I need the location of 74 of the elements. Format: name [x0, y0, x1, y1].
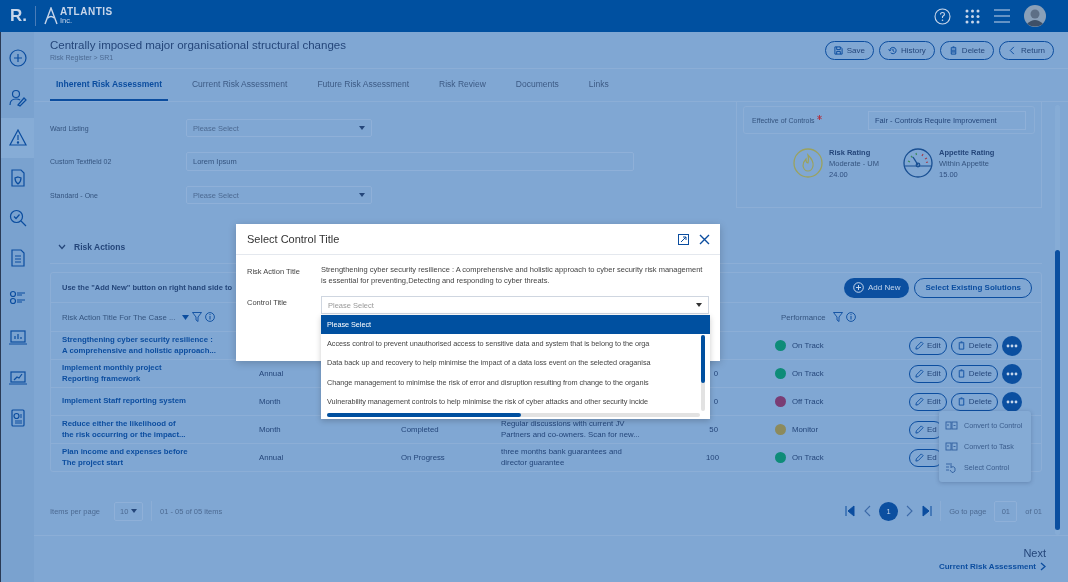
pencil-icon: [915, 397, 924, 406]
report-icon: [8, 409, 27, 427]
tab[interactable]: Current Risk Assessment: [186, 69, 294, 101]
trash-icon: [948, 45, 958, 55]
filter-icon[interactable]: [192, 312, 203, 322]
gauge-icon: [903, 148, 933, 178]
dialog-title: Select Control Title: [247, 233, 340, 245]
convert-icon: [945, 420, 958, 431]
first-page-icon[interactable]: [845, 505, 856, 517]
apps-grid-icon[interactable]: [965, 8, 980, 24]
last-page-icon[interactable]: [922, 505, 933, 517]
hand-pointer-icon: [945, 462, 958, 473]
pencil-icon: [915, 453, 924, 462]
scrollbar[interactable]: [1055, 105, 1060, 535]
ellipsis-icon: [1005, 343, 1018, 348]
caret-icon: [696, 303, 702, 307]
next-link[interactable]: Current Risk Assessment: [938, 562, 1036, 571]
checklist-icon: [8, 289, 27, 307]
next-page-icon[interactable]: [906, 505, 915, 517]
chevron-left-icon: [1008, 45, 1017, 55]
more-button[interactable]: [1001, 363, 1022, 384]
document-icon: [8, 249, 27, 267]
pencil-icon: [915, 341, 924, 350]
more-button[interactable]: [1001, 335, 1022, 356]
help-icon[interactable]: [934, 7, 951, 25]
chevron-right-icon[interactable]: [1040, 562, 1046, 571]
ellipsis-icon: [1005, 371, 1018, 376]
brand-name: ATLANTIS: [60, 7, 113, 18]
shield-document-icon: [8, 169, 27, 187]
menu-icon[interactable]: [994, 9, 1010, 23]
caret-icon: [131, 509, 138, 513]
scrollbar[interactable]: [701, 335, 705, 411]
caret-icon: [359, 193, 365, 197]
tab[interactable]: Links: [582, 69, 615, 101]
close-icon[interactable]: [699, 233, 710, 245]
expand-icon[interactable]: [678, 233, 689, 245]
more-button[interactable]: [1001, 391, 1022, 412]
save-icon: [833, 45, 843, 55]
history-icon: [887, 45, 897, 55]
next-label: Next: [1023, 547, 1046, 559]
tab[interactable]: Documents: [509, 69, 565, 101]
previous-page-icon[interactable]: [863, 505, 872, 517]
chevron-icon[interactable]: [58, 243, 66, 250]
convert-icon: [945, 441, 958, 452]
plus-icon: [852, 282, 864, 293]
tab[interactable]: Future Risk Assessment: [311, 69, 416, 101]
sidebar-item[interactable]: [1, 118, 34, 158]
info-icon[interactable]: [845, 312, 856, 322]
pencil-icon: [915, 425, 924, 434]
caret-icon: [359, 126, 365, 130]
line-chart-icon: [8, 369, 27, 387]
sort-icon[interactable]: [182, 314, 190, 320]
trash-icon: [956, 397, 966, 406]
search-icon: [8, 209, 27, 227]
trash-icon: [956, 369, 966, 378]
filter-icon[interactable]: [832, 312, 843, 322]
section-title: Risk Actions: [74, 241, 126, 252]
page-title: Centrally imposed major organisational structural changes: [50, 39, 346, 51]
warning-icon: [8, 129, 27, 147]
pencil-icon: [915, 369, 924, 378]
logo-icon: [44, 7, 58, 25]
bar-chart-icon: [8, 329, 27, 347]
plus-icon: [8, 49, 27, 67]
tab[interactable]: Risk Review: [433, 69, 492, 101]
user-edit-icon: [8, 89, 27, 107]
add-new-button[interactable]: Add New: [843, 277, 910, 298]
trash-icon: [956, 341, 966, 350]
avatar[interactable]: [1024, 5, 1046, 27]
info-icon[interactable]: [205, 312, 216, 322]
ellipsis-icon: [1005, 399, 1018, 404]
scrollbar[interactable]: [327, 413, 700, 417]
flame-icon: [793, 148, 823, 178]
logo-mark: R.: [10, 6, 27, 26]
tab[interactable]: Inherent Risk Assessment: [50, 69, 168, 101]
